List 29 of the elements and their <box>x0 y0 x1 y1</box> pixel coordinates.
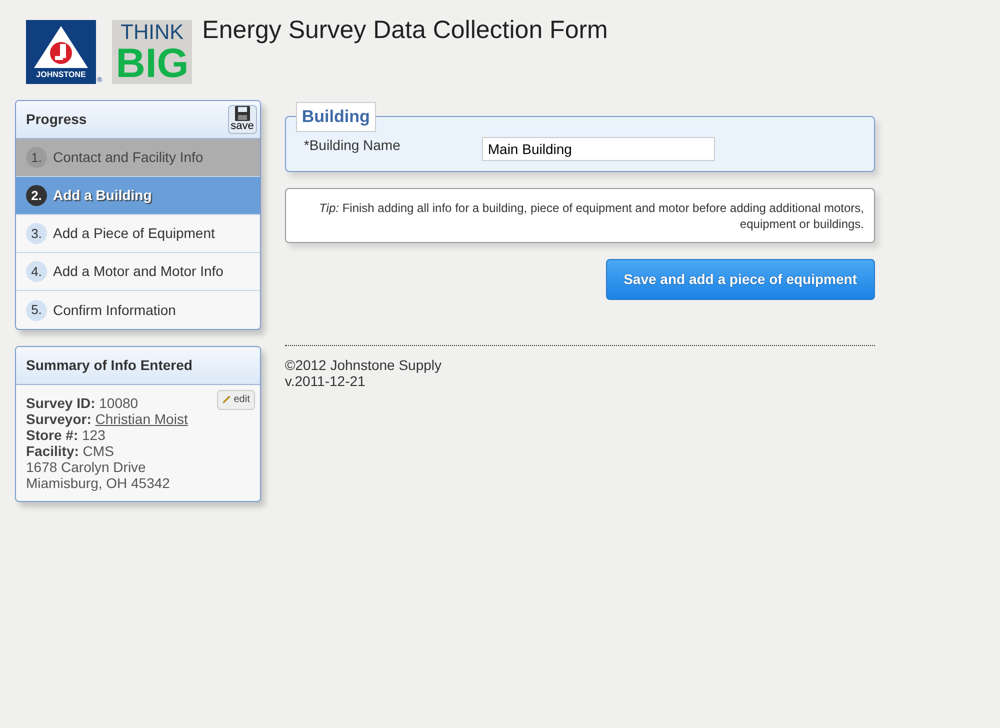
panel-title: Summary of Info Entered <box>26 356 192 375</box>
section-legend: Building <box>296 102 376 132</box>
progress-step[interactable]: 3. Add a Piece of Equipment <box>16 215 260 253</box>
tip-text: Tip: Finish adding all info for a building, piece of equipment and motor before adding additional motors, equipment or buildings. <box>318 200 864 232</box>
progress-step[interactable]: 4. Add a Motor and Motor Info <box>16 253 260 291</box>
field-value: CMS <box>82 443 114 459</box>
address-line: Miamisburg, OH 45342 <box>26 475 171 491</box>
address-line: 1678 Carolyn Drive <box>26 459 147 475</box>
field-value: 10080 <box>99 395 138 411</box>
progress-step[interactable]: 5. Confirm Information <box>16 291 260 329</box>
surveyor-link[interactable]: Christian Moist <box>95 411 188 427</box>
field-label: Facility: <box>26 443 79 459</box>
pencil-icon <box>222 394 231 404</box>
progress-step[interactable]: 1. Contact and Facility Info <box>16 139 260 177</box>
copyright-text: ©2012 Johnstone Supply <box>284 357 443 373</box>
panel-title: Progress <box>26 110 87 129</box>
building-name-field[interactable]: Main Building <box>482 137 715 161</box>
field-label: Survey ID: <box>26 395 96 411</box>
edit-button[interactable]: edit <box>216 390 255 410</box>
page-title: Energy Survey Data Collection Form <box>202 15 608 45</box>
field-value: 123 <box>82 427 106 443</box>
save-button[interactable]: save <box>228 105 257 134</box>
field-label: Store #: <box>26 427 78 443</box>
tagline-logo: THINK BIG <box>112 20 192 84</box>
field-label: *Building Name <box>304 136 402 155</box>
progress-step[interactable]: 2. Add a Building <box>16 177 260 215</box>
version-text: v.2011-12-21 <box>284 373 366 389</box>
save-icon <box>234 106 250 122</box>
field-label: Surveyor: <box>26 411 92 427</box>
